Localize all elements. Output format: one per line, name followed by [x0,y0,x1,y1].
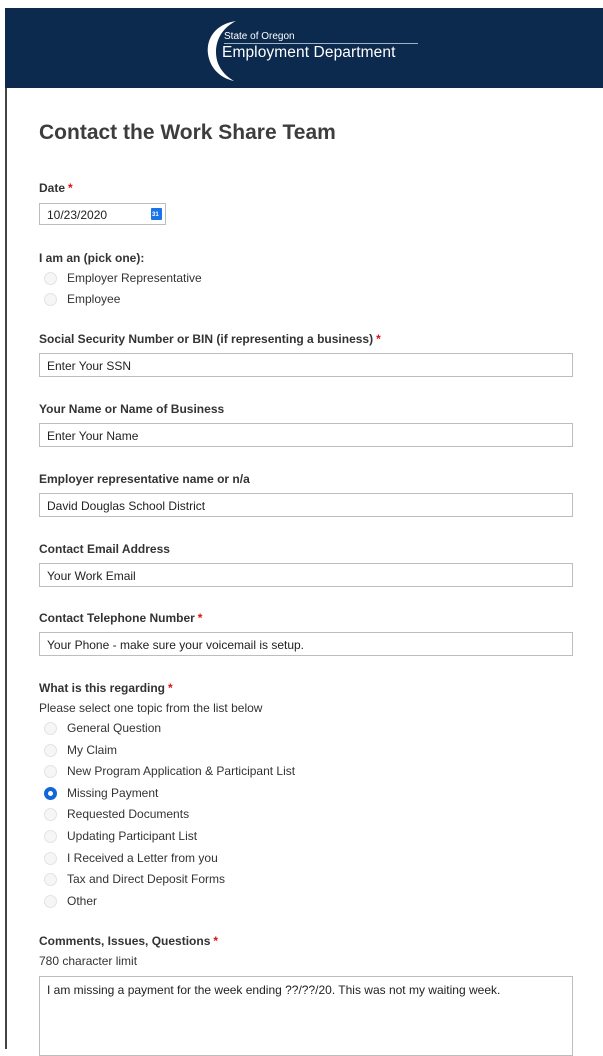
required-mark: * [197,611,203,625]
radio-label: Other [67,894,98,908]
radio-button[interactable] [44,873,57,886]
comments-hint: 780 character limit [39,954,138,968]
radio-label: Updating Participant List [67,829,198,843]
header-banner: State of Oregon Employment Department [5,8,603,88]
employer-rep-label: Employer representative name or n/a [39,472,250,486]
date-label-text: Date [39,181,66,195]
date-label: Date * [39,181,73,195]
radio-button[interactable] [44,808,57,821]
radio-button[interactable] [44,293,57,306]
comments-label: Comments, Issues, Questions * [39,934,218,948]
radio-label: Requested Documents [67,807,190,821]
oregon-employment-logo[interactable]: State of Oregon Employment Department [202,18,432,82]
name-input[interactable]: Enter Your Name [39,423,573,447]
regarding-label-text: What is this regarding [39,681,166,695]
radio-button[interactable] [44,895,57,908]
phone-input[interactable]: Your Phone - make sure your voicemail is… [39,632,573,656]
radio-label: General Question [67,721,162,735]
name-input-value: Enter Your Name [47,429,139,443]
regarding-label: What is this regarding * [39,681,173,695]
page-left-border [5,88,7,1049]
radio-label: My Claim [67,743,117,757]
radio-button[interactable] [44,830,57,843]
radio-button-selected[interactable] [44,787,57,800]
ssn-input-value: Enter Your SSN [47,359,132,373]
radio-label: New Program Application & Participant Li… [67,764,296,778]
logo-department-text: Employment Department [222,44,396,61]
phone-label: Contact Telephone Number * [39,611,202,625]
radio-button[interactable] [44,765,57,778]
radio-button[interactable] [44,744,57,757]
radio-button[interactable] [44,722,57,735]
ssn-label: Social Security Number or BIN (if repres… [39,332,381,346]
radio-label: Tax and Direct Deposit Forms [67,872,226,886]
radio-label: I Received a Letter from you [67,851,218,865]
email-input-value: Your Work Email [47,569,136,583]
comments-textarea[interactable]: I am missing a payment for the week endi… [39,976,573,1056]
radio-button[interactable] [44,852,57,865]
comments-label-text: Comments, Issues, Questions [39,934,211,948]
employer-rep-input[interactable]: David Douglas School District [39,493,573,517]
phone-input-value: Your Phone - make sure your voicemail is… [47,638,305,652]
required-mark: * [376,332,381,346]
ssn-label-text: Social Security Number or BIN (if repres… [39,332,374,346]
radio-button[interactable] [44,272,57,285]
date-field[interactable]: 10/23/2020 31 [39,203,166,225]
radio-label: Employer Representative [67,271,202,285]
radio-label: Missing Payment [67,786,159,800]
ssn-input[interactable]: Enter Your SSN [39,353,573,377]
radio-label: Employee [67,292,121,306]
name-label: Your Name or Name of Business [39,402,225,416]
date-value: 10/23/2020 [47,208,108,222]
logo-state-text: State of Oregon [224,31,295,42]
role-label: I am an (pick one): [39,251,145,265]
page: State of Oregon Employment Department Co… [0,0,603,1056]
required-mark: * [68,181,73,195]
employer-rep-input-value: David Douglas School District [47,499,206,513]
required-mark: * [213,934,219,948]
regarding-hint: Please select one topic from the list be… [39,701,263,715]
phone-label-text: Contact Telephone Number [39,611,195,625]
page-title: Contact the Work Share Team [39,121,336,144]
required-mark: * [168,681,173,695]
calendar-icon[interactable]: 31 [151,208,162,220]
email-label: Contact Email Address [39,542,170,556]
comments-textarea-value: I am missing a payment for the week endi… [47,983,501,997]
email-input[interactable]: Your Work Email [39,563,573,587]
